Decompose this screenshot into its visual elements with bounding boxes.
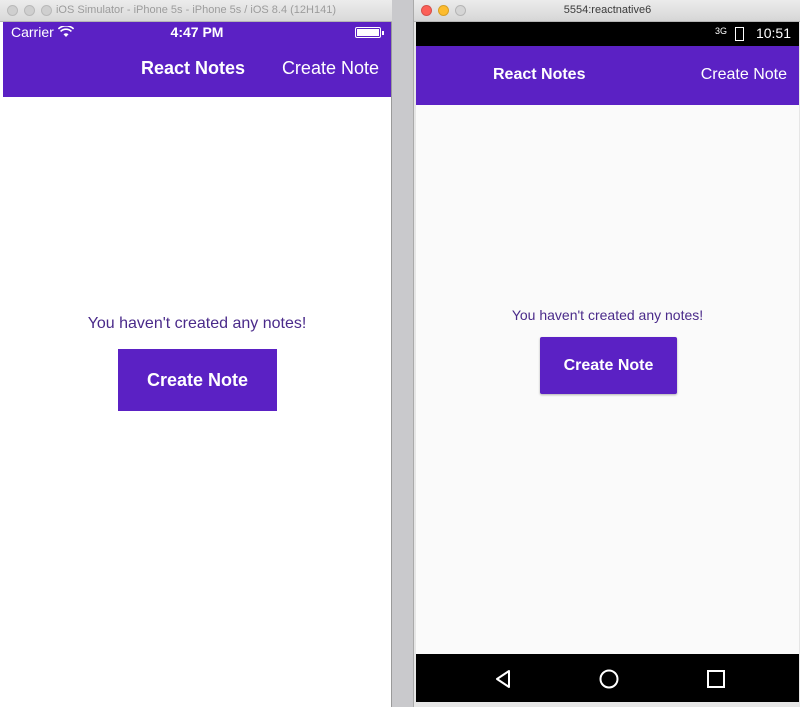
ios-window-title: iOS Simulator - iPhone 5s - iPhone 5s / …	[55, 4, 337, 16]
android-window-titlebar: 5554:reactnative6	[414, 0, 800, 22]
android-emulator-window: 5554:reactnative6 3G 10:51 React Notes C…	[413, 0, 800, 707]
nav-title: React Notes	[141, 58, 246, 78]
toolbar-title: React Notes	[493, 66, 586, 83]
android-navigation-bar	[416, 654, 799, 702]
create-note-button[interactable]: Create Note	[540, 337, 677, 394]
empty-notes-message: You haven't created any notes!	[511, 307, 704, 323]
ios-navigation-bar: Carrier 4:47 PM React Notes Create Note	[3, 22, 391, 97]
android-screen: 3G 10:51 React Notes Create Note You hav…	[416, 22, 799, 702]
back-icon[interactable]	[491, 667, 515, 691]
ios-screen: Carrier 4:47 PM React Notes Create Note …	[3, 22, 391, 707]
ios-status-bar: Carrier 4:47 PM	[3, 22, 391, 42]
empty-notes-message: You haven't created any notes!	[87, 315, 307, 332]
create-note-nav-button[interactable]: Create Note	[282, 58, 379, 79]
battery-icon	[735, 27, 744, 41]
battery-icon	[355, 27, 384, 38]
ios-window-titlebar: iOS Simulator - iPhone 5s - iPhone 5s / …	[0, 0, 392, 22]
network-indicator: 3G	[714, 26, 727, 36]
home-icon[interactable]	[597, 667, 621, 691]
status-time: 4:47 PM	[170, 24, 224, 40]
android-toolbar: React Notes Create Note	[416, 46, 799, 105]
android-window-title: 5554:reactnative6	[563, 4, 652, 16]
recents-icon[interactable]	[704, 667, 728, 691]
status-time: 10:51	[755, 25, 791, 41]
android-status-bar: 3G 10:51	[416, 22, 799, 46]
create-note-toolbar-button[interactable]: Create Note	[701, 66, 787, 84]
ios-simulator-window: iOS Simulator - iPhone 5s - iPhone 5s / …	[0, 0, 392, 707]
create-note-button[interactable]: Create Note	[118, 349, 277, 411]
